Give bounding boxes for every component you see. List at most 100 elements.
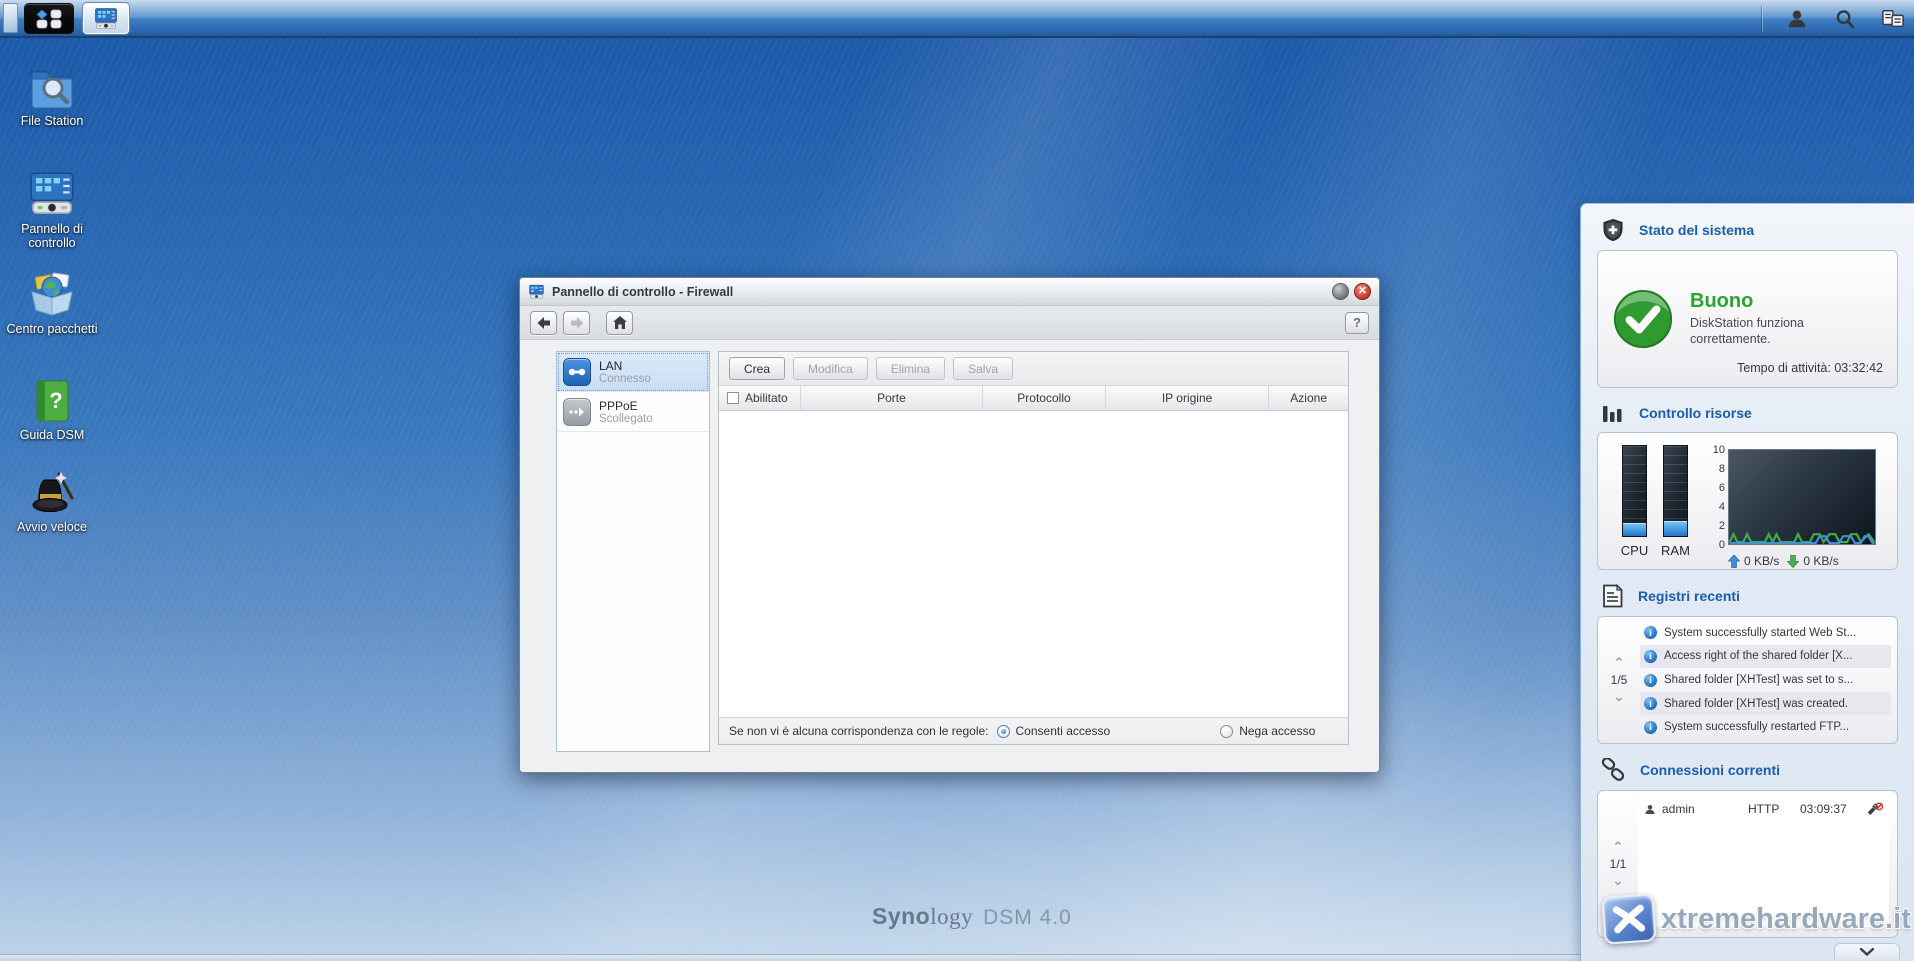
column-header-enabled[interactable]: Abilitato <box>719 386 801 410</box>
uptime-label: Tempo di attività: 03:32:42 <box>1737 361 1883 375</box>
forward-icon <box>570 316 583 329</box>
back-icon <box>537 316 550 329</box>
download-rate: 0 KB/s <box>1803 554 1839 568</box>
status-ok-icon <box>1613 289 1673 349</box>
home-button[interactable] <box>606 310 633 335</box>
deny-access-label[interactable]: Nega accesso <box>1239 724 1315 738</box>
column-header-action[interactable]: Azione <box>1269 386 1348 410</box>
window-toolbar: ? <box>520 306 1379 340</box>
info-icon: i <box>1644 697 1657 711</box>
taskbar-item-control-panel[interactable] <box>83 3 129 34</box>
window-title-icon <box>529 284 544 299</box>
resource-monitor-title[interactable]: Controllo risorse <box>1639 405 1752 421</box>
kick-connection-icon[interactable] <box>1866 802 1883 816</box>
connection-protocol: HTTP <box>1748 802 1780 816</box>
profile-name: LAN <box>599 358 623 373</box>
column-header-source-ip[interactable]: IP origine <box>1106 386 1270 410</box>
desktop-icon-file-station[interactable]: File Station <box>2 64 102 128</box>
network-graph-wrap: 10 8 6 4 2 0 0 KB/s 0 KB/s <box>1708 445 1876 569</box>
column-header-protocol[interactable]: Protocollo <box>983 386 1106 410</box>
column-header-ports[interactable]: Porte <box>801 386 984 410</box>
logs-page-number: 1/5 <box>1610 673 1628 687</box>
axis-tick: 0 <box>1718 539 1725 551</box>
profile-item-lan[interactable]: LAN Connesso <box>557 352 709 392</box>
upload-rate: 0 KB/s <box>1744 554 1780 568</box>
info-icon: i <box>1644 720 1657 734</box>
lan-icon <box>563 357 591 386</box>
delete-button[interactable]: Elimina <box>875 357 946 380</box>
log-row[interactable]: i System successfully restarted FTP... <box>1640 715 1891 739</box>
firewall-profile-list: LAN Connesso PPPoE Scollegato <box>556 351 710 752</box>
save-button[interactable]: Salva <box>953 357 1014 380</box>
help-button[interactable]: ? <box>1345 311 1369 334</box>
allow-access-radio[interactable] <box>996 724 1010 738</box>
system-status-box: Buono DiskStation funziona correttamente… <box>1597 250 1898 388</box>
forward-button[interactable] <box>563 310 590 335</box>
connections-page-number: 1/1 <box>1609 857 1627 871</box>
home-icon <box>612 316 627 329</box>
cpu-meter-fill <box>1623 523 1646 536</box>
deny-access-radio[interactable] <box>1220 724 1234 738</box>
edit-button[interactable]: Modifica <box>793 357 868 380</box>
recent-logs-title[interactable]: Registri recenti <box>1638 588 1740 604</box>
rules-toolbar: Crea Modifica Elimina Salva <box>719 352 1348 386</box>
rules-table-header: Abilitato Porte Protocollo IP origine Az… <box>719 386 1348 411</box>
desktop-icon-label: Centro pacchetti <box>6 322 98 336</box>
connection-row[interactable]: admin HTTP 03:09:37 <box>1638 797 1889 821</box>
window-titlebar[interactable]: Pannello di controllo - Firewall ✕ <box>520 278 1379 306</box>
log-row[interactable]: i Shared folder [XHTest] was set to s... <box>1640 668 1891 692</box>
desktop: File Station Pannello di controllo Centr… <box>0 0 1914 961</box>
connections-title[interactable]: Connessioni correnti <box>1640 762 1780 778</box>
window-body: LAN Connesso PPPoE Scollegato Crea Modif… <box>520 340 1379 772</box>
axis-tick: 4 <box>1718 501 1725 513</box>
close-button[interactable]: ✕ <box>1354 283 1371 300</box>
back-button[interactable] <box>530 310 557 335</box>
desktop-icon-quick-start[interactable]: Avvio veloce <box>2 466 102 534</box>
ram-meter-fill <box>1664 521 1687 536</box>
desktop-icon-label: Pannello di controllo <box>21 222 83 251</box>
info-icon: i <box>1644 649 1657 663</box>
cpu-label: CPU <box>1620 543 1649 558</box>
search-button[interactable] <box>1832 6 1858 32</box>
logs-page-up-icon[interactable]: ⌃ <box>1614 656 1625 669</box>
minimize-button[interactable] <box>1332 283 1349 300</box>
network-graph-axis: 10 8 6 4 2 0 <box>1708 445 1728 551</box>
taskbar-right-icons <box>1761 0 1906 38</box>
control-panel-icon <box>95 7 117 29</box>
user-menu-button[interactable] <box>1784 6 1810 32</box>
log-row-list: i System successfully started Web St... … <box>1640 621 1891 739</box>
profile-item-pppoe[interactable]: PPPoE Scollegato <box>557 392 709 432</box>
ram-meter <box>1663 445 1688 537</box>
file-station-icon <box>31 71 73 109</box>
log-row[interactable]: i Access right of the shared folder [X..… <box>1640 644 1891 669</box>
package-center-icon <box>31 272 73 316</box>
synology-watermark: Synology DSM 4.0 <box>872 903 1072 930</box>
pppoe-icon <box>563 397 591 426</box>
ram-label: RAM <box>1661 543 1690 558</box>
logs-page-down-icon[interactable]: ⌄ <box>1614 690 1625 703</box>
desktop-icon-package-center[interactable]: Centro pacchetti <box>2 270 102 336</box>
connections-page-up-icon[interactable]: ⌃ <box>1613 840 1624 853</box>
desktop-icon-label: Avvio veloce <box>17 520 87 534</box>
pilot-view-button[interactable] <box>1880 6 1906 32</box>
widget-collapse-button[interactable] <box>1834 943 1900 959</box>
rules-table-body[interactable] <box>719 411 1348 717</box>
allow-access-label[interactable]: Consenti accesso <box>1016 724 1111 738</box>
quick-start-icon <box>32 472 74 512</box>
desktop-icon-control-panel[interactable]: Pannello di controllo <box>2 170 102 251</box>
system-status-title[interactable]: Stato del sistema <box>1639 222 1754 238</box>
create-button[interactable]: Crea <box>729 357 786 380</box>
select-all-checkbox[interactable] <box>727 392 739 404</box>
recent-logs-header: Registri recenti <box>1581 570 1914 616</box>
axis-tick: 2 <box>1718 520 1725 532</box>
show-desktop-button[interactable] <box>3 3 18 33</box>
log-row[interactable]: i Shared folder [XHTest] was created. <box>1640 691 1891 716</box>
resource-monitor-header: Controllo risorse <box>1581 388 1914 432</box>
connections-page-down-icon[interactable]: ⌄ <box>1613 874 1624 887</box>
control-panel-window: Pannello di controllo - Firewall ✕ ? LAN… <box>519 277 1380 773</box>
recent-logs-box: ⌃ 1/5 ⌄ i System successfully started We… <box>1597 616 1898 744</box>
log-row[interactable]: i System successfully started Web St... <box>1640 621 1891 645</box>
main-menu-button[interactable] <box>24 3 74 34</box>
bar-chart-icon <box>1603 406 1622 422</box>
desktop-icon-dsm-help[interactable]: ? Guida DSM <box>2 378 102 442</box>
